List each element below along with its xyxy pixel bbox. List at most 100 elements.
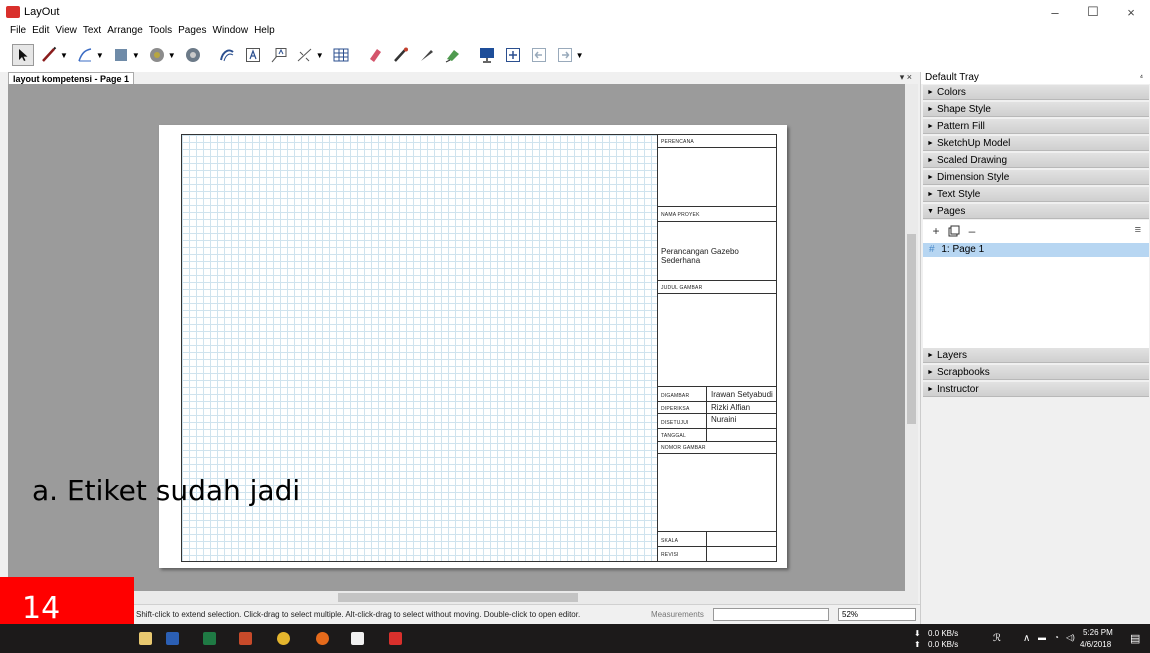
clock-date[interactable]: 4/6/2018: [1080, 640, 1111, 649]
select-tool-icon[interactable]: [12, 44, 34, 66]
perencana-space: [658, 148, 776, 207]
line-tool-icon[interactable]: [38, 44, 60, 66]
panel-scrapbooks[interactable]: Scrapbooks: [923, 365, 1149, 380]
page-list-item[interactable]: # 1: Page 1: [923, 243, 1149, 257]
rectangle-tool-icon[interactable]: [110, 44, 132, 66]
menu-text[interactable]: Text: [83, 25, 101, 36]
judul-gambar-label: JUDUL GAMBAR: [661, 285, 703, 291]
table-tool-icon[interactable]: [330, 44, 352, 66]
menu-pages[interactable]: Pages: [178, 25, 206, 36]
pages-panel-body: + – ≡ # 1: Page 1: [923, 220, 1149, 350]
presentation-icon[interactable]: [476, 44, 498, 66]
panel-instructor[interactable]: Instructor: [923, 382, 1149, 397]
split-tool-icon[interactable]: [416, 44, 438, 66]
tab-close-icon[interactable]: ▾ ×: [900, 72, 912, 83]
panel-layers[interactable]: Layers: [923, 348, 1149, 363]
offset-tool-icon[interactable]: [216, 44, 238, 66]
previous-page-icon[interactable]: [528, 44, 550, 66]
document-tab-row: layout kompetensi - Page 1 ▾ ×: [0, 72, 920, 84]
horizontal-scrollbar[interactable]: [8, 591, 918, 604]
delete-page-icon[interactable]: –: [965, 224, 979, 238]
nomor-gambar-label: NOMOR GAMBAR: [661, 445, 706, 451]
layout-taskbar-icon[interactable]: [389, 632, 402, 645]
net-down-speed: 0.0 KB/s: [928, 629, 959, 638]
clock-time[interactable]: 5:26 PM: [1083, 628, 1113, 637]
maximize-button[interactable]: ☐: [1074, 0, 1112, 24]
net-down-arrow-icon: ⬇: [914, 629, 921, 638]
arc-tool-icon[interactable]: [74, 44, 96, 66]
skala-row: SKALA: [658, 532, 776, 547]
zoom-select[interactable]: 52%: [838, 608, 916, 621]
battery-icon[interactable]: ▬: [1038, 633, 1046, 642]
panel-sketchup-model[interactable]: SketchUp Model: [923, 136, 1149, 151]
horizontal-scroll-thumb[interactable]: [338, 593, 578, 602]
dimension-tool-icon[interactable]: [294, 44, 316, 66]
minimize-button[interactable]: –: [1036, 0, 1074, 24]
tray-title-text: Default Tray: [925, 72, 979, 83]
menu-help[interactable]: Help: [254, 25, 275, 36]
skala-label: SKALA: [661, 538, 679, 544]
add-page-icon[interactable]: [502, 44, 524, 66]
circle-tool-icon[interactable]: [146, 44, 168, 66]
panel-colors[interactable]: Colors: [923, 85, 1149, 100]
label-tool-icon[interactable]: [268, 44, 290, 66]
menu-bar: File Edit View Text Arrange Tools Pages …: [0, 23, 1150, 38]
arc-tool-dropdown-icon[interactable]: ▼: [96, 51, 104, 60]
next-page-icon[interactable]: [554, 44, 576, 66]
panel-scaled-drawing[interactable]: Scaled Drawing: [923, 153, 1149, 168]
powerpoint-icon[interactable]: [239, 632, 252, 645]
measurements-input[interactable]: [713, 608, 829, 621]
pin-icon[interactable]: ⁴: [1140, 72, 1143, 84]
eraser-tool-icon[interactable]: [364, 44, 386, 66]
line-tool-dropdown-icon[interactable]: ▼: [60, 51, 68, 60]
menu-view[interactable]: View: [55, 25, 77, 36]
vertical-scroll-thumb[interactable]: [907, 234, 916, 424]
duplicate-page-icon[interactable]: [947, 224, 961, 238]
add-page-plus-icon[interactable]: +: [929, 224, 943, 238]
page-name: Page 1: [952, 244, 985, 255]
toolbar-overflow-icon[interactable]: ▼: [576, 51, 584, 60]
digambar-label: DIGAMBAR: [661, 393, 690, 399]
panel-dimension-style[interactable]: Dimension Style: [923, 170, 1149, 185]
join-tool-icon[interactable]: [442, 44, 464, 66]
style-tool-icon[interactable]: [390, 44, 412, 66]
menu-edit[interactable]: Edit: [32, 25, 49, 36]
volume-icon[interactable]: ◁): [1066, 633, 1075, 642]
chrome-icon[interactable]: [277, 632, 290, 645]
panel-shape-style[interactable]: Shape Style: [923, 102, 1149, 117]
window-controls: – ☐ ×: [1036, 0, 1150, 24]
sticky-notes-icon[interactable]: [351, 632, 364, 645]
tray-title: Default Tray ⁴: [921, 72, 1150, 84]
judul-gambar-space: [658, 294, 776, 387]
menu-window[interactable]: Window: [213, 25, 249, 36]
menu-arrange[interactable]: Arrange: [107, 25, 143, 36]
panel-text-style[interactable]: Text Style: [923, 187, 1149, 202]
slide-caption: a. Etiket sudah jadi: [32, 474, 301, 507]
notifications-icon[interactable]: ▤: [1130, 632, 1140, 645]
menu-tools[interactable]: Tools: [149, 25, 172, 36]
panel-pages[interactable]: Pages: [923, 204, 1149, 219]
perencana-label: PERENCANA: [661, 139, 694, 145]
rectangle-tool-dropdown-icon[interactable]: ▼: [132, 51, 140, 60]
document-tab[interactable]: layout kompetensi - Page 1: [8, 72, 135, 84]
tray-overflow-icon[interactable]: ∧: [1023, 633, 1030, 644]
nama-proyek-value-row: Perancangan Gazebo Sederhana: [658, 222, 776, 281]
polygon-tool-icon[interactable]: [182, 44, 204, 66]
nama-proyek-value: Perancangan Gazebo Sederhana: [661, 247, 739, 265]
menu-file[interactable]: File: [10, 25, 26, 36]
dimension-tool-dropdown-icon[interactable]: ▼: [316, 51, 324, 60]
text-tool-icon[interactable]: [242, 44, 264, 66]
network-icon[interactable]: ◔: [1054, 633, 1059, 642]
excel-icon[interactable]: [203, 632, 216, 645]
panel-pattern-fill[interactable]: Pattern Fill: [923, 119, 1149, 134]
file-explorer-icon[interactable]: [139, 632, 152, 645]
circle-tool-dropdown-icon[interactable]: ▼: [168, 51, 176, 60]
nama-proyek-label: NAMA PROYEK: [661, 212, 700, 218]
close-button[interactable]: ×: [1112, 0, 1150, 24]
firefox-icon[interactable]: [316, 632, 329, 645]
vertical-scrollbar[interactable]: [905, 84, 918, 591]
people-icon[interactable]: ℛ: [993, 633, 1001, 644]
list-view-icon[interactable]: ≡: [1135, 224, 1141, 236]
title-block[interactable]: PERENCANA NAMA PROYEK Perancangan Gazebo…: [657, 134, 777, 562]
word-icon[interactable]: [166, 632, 179, 645]
